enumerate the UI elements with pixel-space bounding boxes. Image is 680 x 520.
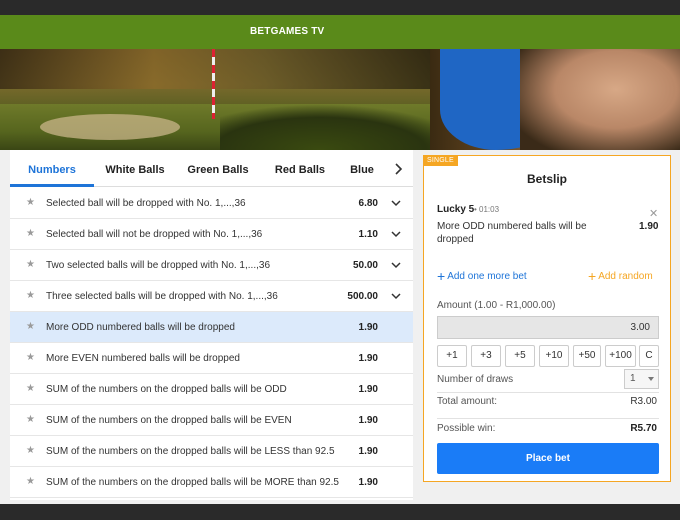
possible-win-label: Possible win: — [437, 423, 496, 434]
bet-selection: More ODD numbered balls will be dropped — [437, 221, 587, 245]
quick-add-1-button[interactable]: +1 — [437, 345, 467, 367]
amount-label: Amount (1.00 - R1,000.00) — [437, 300, 556, 311]
bet-odds[interactable]: 1.90 — [359, 446, 378, 457]
bet-label: More EVEN numbered balls will be dropped — [46, 353, 240, 364]
bet-odds[interactable]: 1.90 — [359, 322, 378, 333]
quick-add-10-button[interactable]: +10 — [539, 345, 569, 367]
bet-label: Three selected balls will be dropped wit… — [46, 291, 278, 302]
star-icon[interactable]: ★ — [26, 229, 36, 239]
chevron-down-icon[interactable] — [390, 259, 402, 271]
bet-row[interactable]: ★ Selected ball will not be dropped with … — [10, 219, 413, 250]
star-icon[interactable]: ★ — [26, 384, 36, 394]
brand-logo[interactable]: BETGAMES TV — [250, 26, 324, 37]
bet-odds[interactable]: 1.90 — [359, 353, 378, 364]
bet-row[interactable]: ★ More ODD numbered balls will be dropped… — [10, 312, 413, 343]
flag-pole-image — [212, 49, 215, 119]
star-icon[interactable]: ★ — [26, 260, 36, 270]
bet-row[interactable]: ★ Selected ball will be dropped with No. … — [10, 188, 413, 219]
bet-odds[interactable]: 500.00 — [347, 291, 378, 302]
chevron-down-icon[interactable] — [390, 290, 402, 302]
quick-add-3-button[interactable]: +3 — [471, 345, 501, 367]
bet-odds[interactable]: 1.90 — [359, 477, 378, 488]
add-one-more-bet-link[interactable]: + Add one more bet — [437, 268, 527, 284]
star-icon[interactable]: ★ — [26, 477, 36, 487]
bet-row[interactable]: ★ SUM of the numbers on the dropped balls… — [10, 405, 413, 436]
tab-red-balls[interactable]: Red Balls — [260, 150, 340, 187]
add-random-link[interactable]: + Add random — [588, 268, 653, 284]
market-tabs: Numbers White Balls Green Balls Red Ball… — [10, 150, 413, 187]
bet-odds[interactable]: 1.90 — [359, 415, 378, 426]
betslip: SINGLE Betslip Lucky 5 • 01:03 ✕ More OD… — [423, 155, 671, 482]
bet-odds[interactable]: 1.90 — [359, 384, 378, 395]
star-icon[interactable]: ★ — [26, 322, 36, 332]
bet-label: SUM of the numbers on the dropped balls … — [46, 477, 339, 488]
bet-label: More ODD numbered balls will be dropped — [46, 322, 235, 333]
total-amount-value: R3.00 — [630, 396, 657, 407]
bet-label: Selected ball will not be dropped with N… — [46, 229, 263, 240]
tab-blue[interactable]: Blue — [340, 150, 384, 187]
bet-row[interactable]: ★ Three selected balls will be dropped wi… — [10, 281, 413, 312]
bet-label: Selected ball will be dropped with No. 1… — [46, 198, 246, 209]
draws-select[interactable]: 1 — [624, 369, 659, 389]
bet-row[interactable]: ★ SUM of the numbers on the dropped balls… — [10, 436, 413, 467]
bet-list: ★ Selected ball will be dropped with No. … — [10, 188, 413, 498]
bet-odds[interactable]: 50.00 — [353, 260, 378, 271]
bet-game-name: Lucky 5 — [437, 204, 475, 215]
star-icon[interactable]: ★ — [26, 291, 36, 301]
bet-odds[interactable]: 6.80 — [359, 198, 378, 209]
footer-bar — [0, 504, 680, 520]
chevron-down-icon[interactable] — [390, 228, 402, 240]
star-icon[interactable]: ★ — [26, 198, 36, 208]
possible-win-value: R5.70 — [630, 423, 657, 434]
plus-icon: + — [588, 268, 597, 284]
caret-down-icon — [648, 377, 654, 381]
bet-row[interactable]: ★ SUM of the numbers on the dropped balls… — [10, 374, 413, 405]
top-bar — [0, 0, 680, 15]
amount-input[interactable]: 3.00 — [437, 316, 659, 339]
place-bet-button[interactable]: Place bet — [437, 443, 659, 474]
total-amount-label: Total amount: — [437, 396, 498, 407]
hero-banner — [0, 49, 680, 150]
close-icon[interactable]: ✕ — [649, 207, 658, 220]
bet-odds[interactable]: 1.10 — [359, 229, 378, 240]
quick-add-5-button[interactable]: +5 — [505, 345, 535, 367]
star-icon[interactable]: ★ — [26, 446, 36, 456]
bet-label: SUM of the numbers on the dropped balls … — [46, 446, 335, 457]
quick-add-50-button[interactable]: +50 — [573, 345, 601, 367]
plus-icon: + — [437, 268, 446, 284]
bet-label: SUM of the numbers on the dropped balls … — [46, 415, 292, 426]
bet-label: SUM of the numbers on the dropped balls … — [46, 384, 287, 395]
navbar: BETGAMES TV — [0, 15, 680, 49]
bet-odds: 1.90 — [639, 221, 659, 232]
bet-row[interactable]: ★ More EVEN numbered balls will be droppe… — [10, 343, 413, 374]
betslip-title: Betslip — [526, 172, 567, 186]
main-area: Numbers White Balls Green Balls Red Ball… — [0, 150, 680, 504]
tab-numbers[interactable]: Numbers — [10, 150, 94, 187]
markets-panel: Numbers White Balls Green Balls Red Ball… — [10, 150, 413, 500]
chevron-down-icon[interactable] — [390, 197, 402, 209]
divider — [437, 418, 659, 419]
bet-row[interactable]: ★ SUM of the numbers on the dropped balls… — [10, 467, 413, 498]
divider — [437, 392, 659, 393]
bet-row[interactable]: ★ Two selected balls will be dropped with… — [10, 250, 413, 281]
draws-label: Number of draws — [437, 374, 514, 385]
tab-green-balls[interactable]: Green Balls — [176, 150, 260, 187]
star-icon[interactable]: ★ — [26, 353, 36, 363]
tab-white-balls[interactable]: White Balls — [94, 150, 176, 187]
chevron-right-icon[interactable] — [390, 161, 406, 177]
clear-amount-button[interactable]: C — [639, 345, 659, 367]
bet-label: Two selected balls will be dropped with … — [46, 260, 271, 271]
bet-time: • 01:03 — [474, 205, 500, 214]
quick-add-100-button[interactable]: +100 — [605, 345, 636, 367]
star-icon[interactable]: ★ — [26, 415, 36, 425]
single-badge: SINGLE — [423, 155, 458, 166]
